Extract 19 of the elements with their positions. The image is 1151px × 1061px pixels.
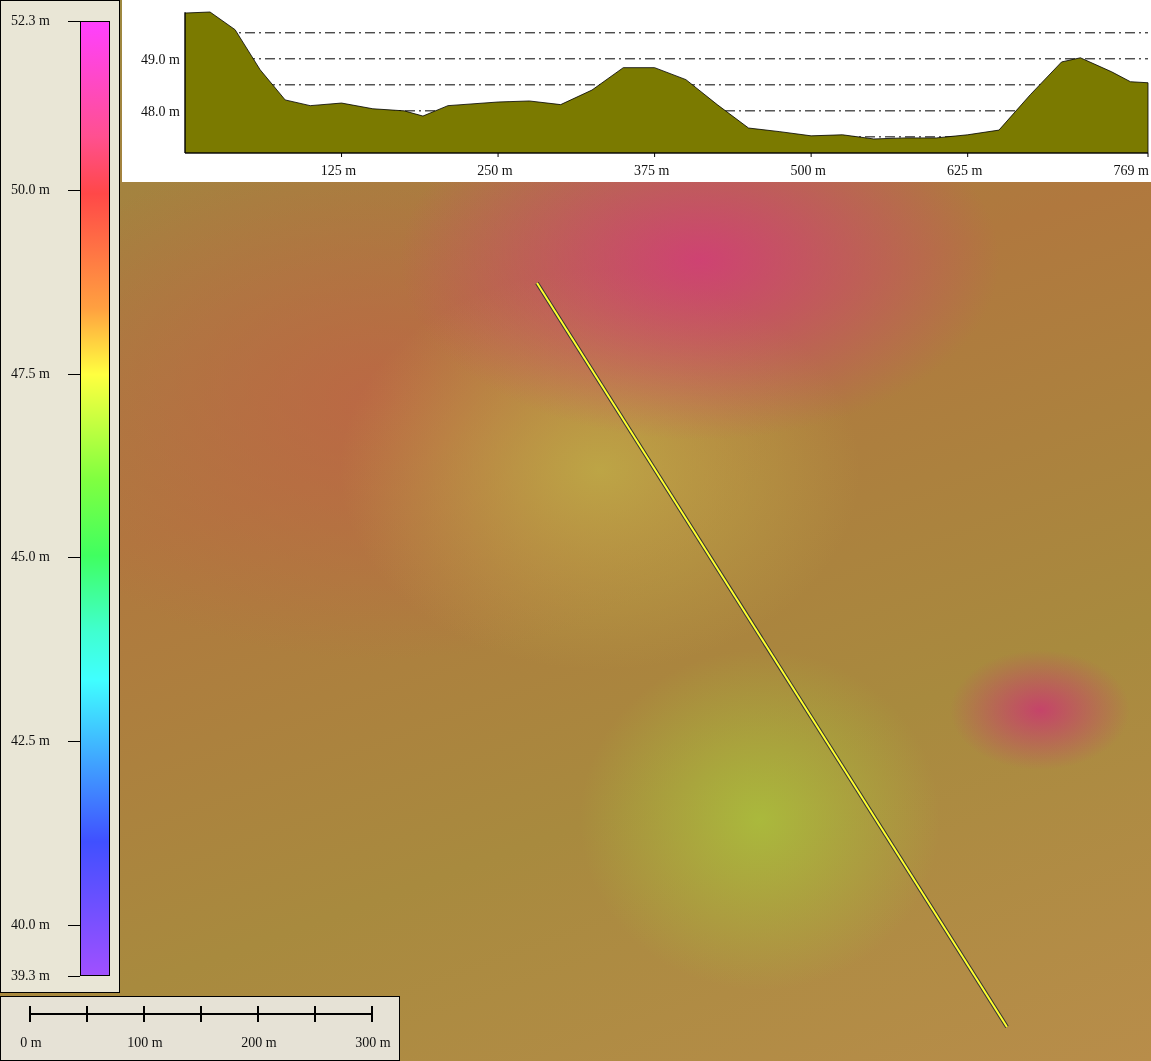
x-axis-label: 769 m: [1113, 163, 1149, 178]
legend-label: 40.0 m: [11, 915, 50, 934]
y-axis-label: 48.0 m: [141, 103, 180, 119]
legend-label: 39.3 m: [11, 967, 50, 985]
x-axis-label: 125 m: [320, 163, 357, 178]
legend-label: 47.5 m: [11, 364, 50, 383]
y-axis-label: 49.0 m: [141, 51, 180, 67]
x-axis-label: 625 m: [947, 163, 983, 178]
x-axis-label: 375 m: [633, 163, 670, 178]
scale-label: 300 m: [355, 1035, 391, 1051]
legend-label: 50.0 m: [11, 180, 50, 199]
x-axis-label: 500 m: [790, 163, 826, 178]
legend-label: 52.3 m: [11, 12, 50, 30]
scale-label: 100 m: [127, 1035, 163, 1051]
legend-label: 42.5 m: [11, 731, 50, 750]
scale-label: 0 m: [20, 1035, 42, 1051]
x-axis-label: 250 m: [477, 163, 513, 178]
legend-label: 45.0 m: [11, 548, 50, 567]
scale-label: 200 m: [241, 1035, 277, 1051]
